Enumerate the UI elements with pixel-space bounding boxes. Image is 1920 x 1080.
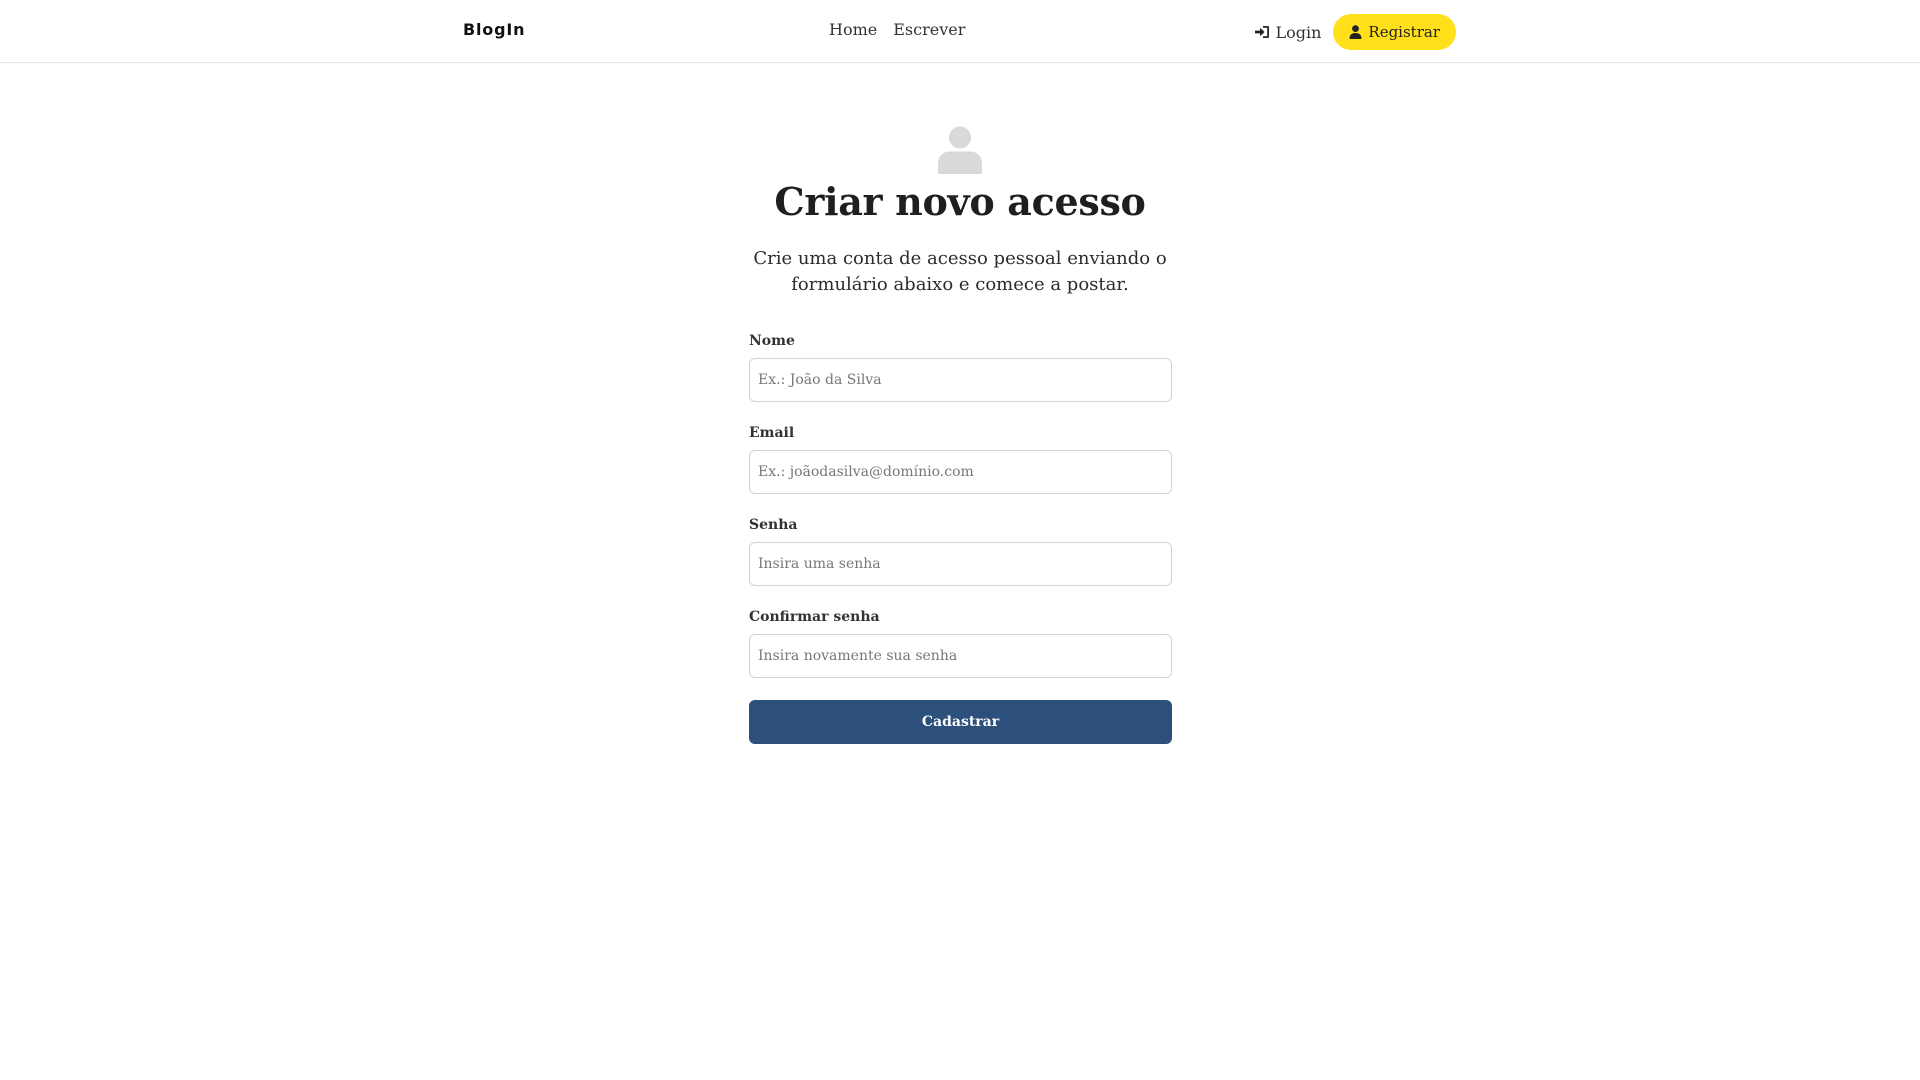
top-navbar: BlogIn Home Escrever Login Registrar [0, 0, 1920, 63]
email-input[interactable] [749, 450, 1172, 494]
submit-button[interactable]: Cadastrar [749, 700, 1172, 744]
register-label: Registrar [1368, 23, 1440, 41]
name-input[interactable] [749, 358, 1172, 402]
password-input[interactable] [749, 542, 1172, 586]
email-label: Email [749, 425, 795, 441]
page-subtitle: Crie uma conta de acesso pessoal enviand… [753, 248, 1167, 295]
confirm-password-field-group: Confirmar senha [749, 608, 1172, 678]
main-nav: Home Escrever [829, 20, 965, 39]
confirm-password-label: Confirmar senha [749, 609, 880, 625]
sign-in-icon [1254, 25, 1270, 39]
register-form: Nome Email Senha Confirmar senha Cadastr… [749, 332, 1172, 744]
register-button[interactable]: Registrar [1333, 14, 1456, 50]
name-field-group: Nome [749, 332, 1172, 402]
nav-link-home[interactable]: Home [829, 20, 877, 39]
confirm-password-input[interactable] [749, 634, 1172, 678]
password-field-group: Senha [749, 516, 1172, 586]
nav-link-escrever[interactable]: Escrever [893, 20, 965, 39]
page-title: Criar novo acesso [774, 179, 1146, 224]
login-link[interactable]: Login [1254, 23, 1321, 42]
name-label: Nome [749, 333, 795, 349]
email-field-group: Email [749, 424, 1172, 494]
auth-nav: Login Registrar [1254, 14, 1456, 50]
password-label: Senha [749, 517, 798, 533]
login-label: Login [1275, 22, 1322, 42]
user-icon [1349, 25, 1362, 39]
brand-logo[interactable]: BlogIn [463, 20, 525, 39]
user-avatar-icon [938, 126, 982, 174]
